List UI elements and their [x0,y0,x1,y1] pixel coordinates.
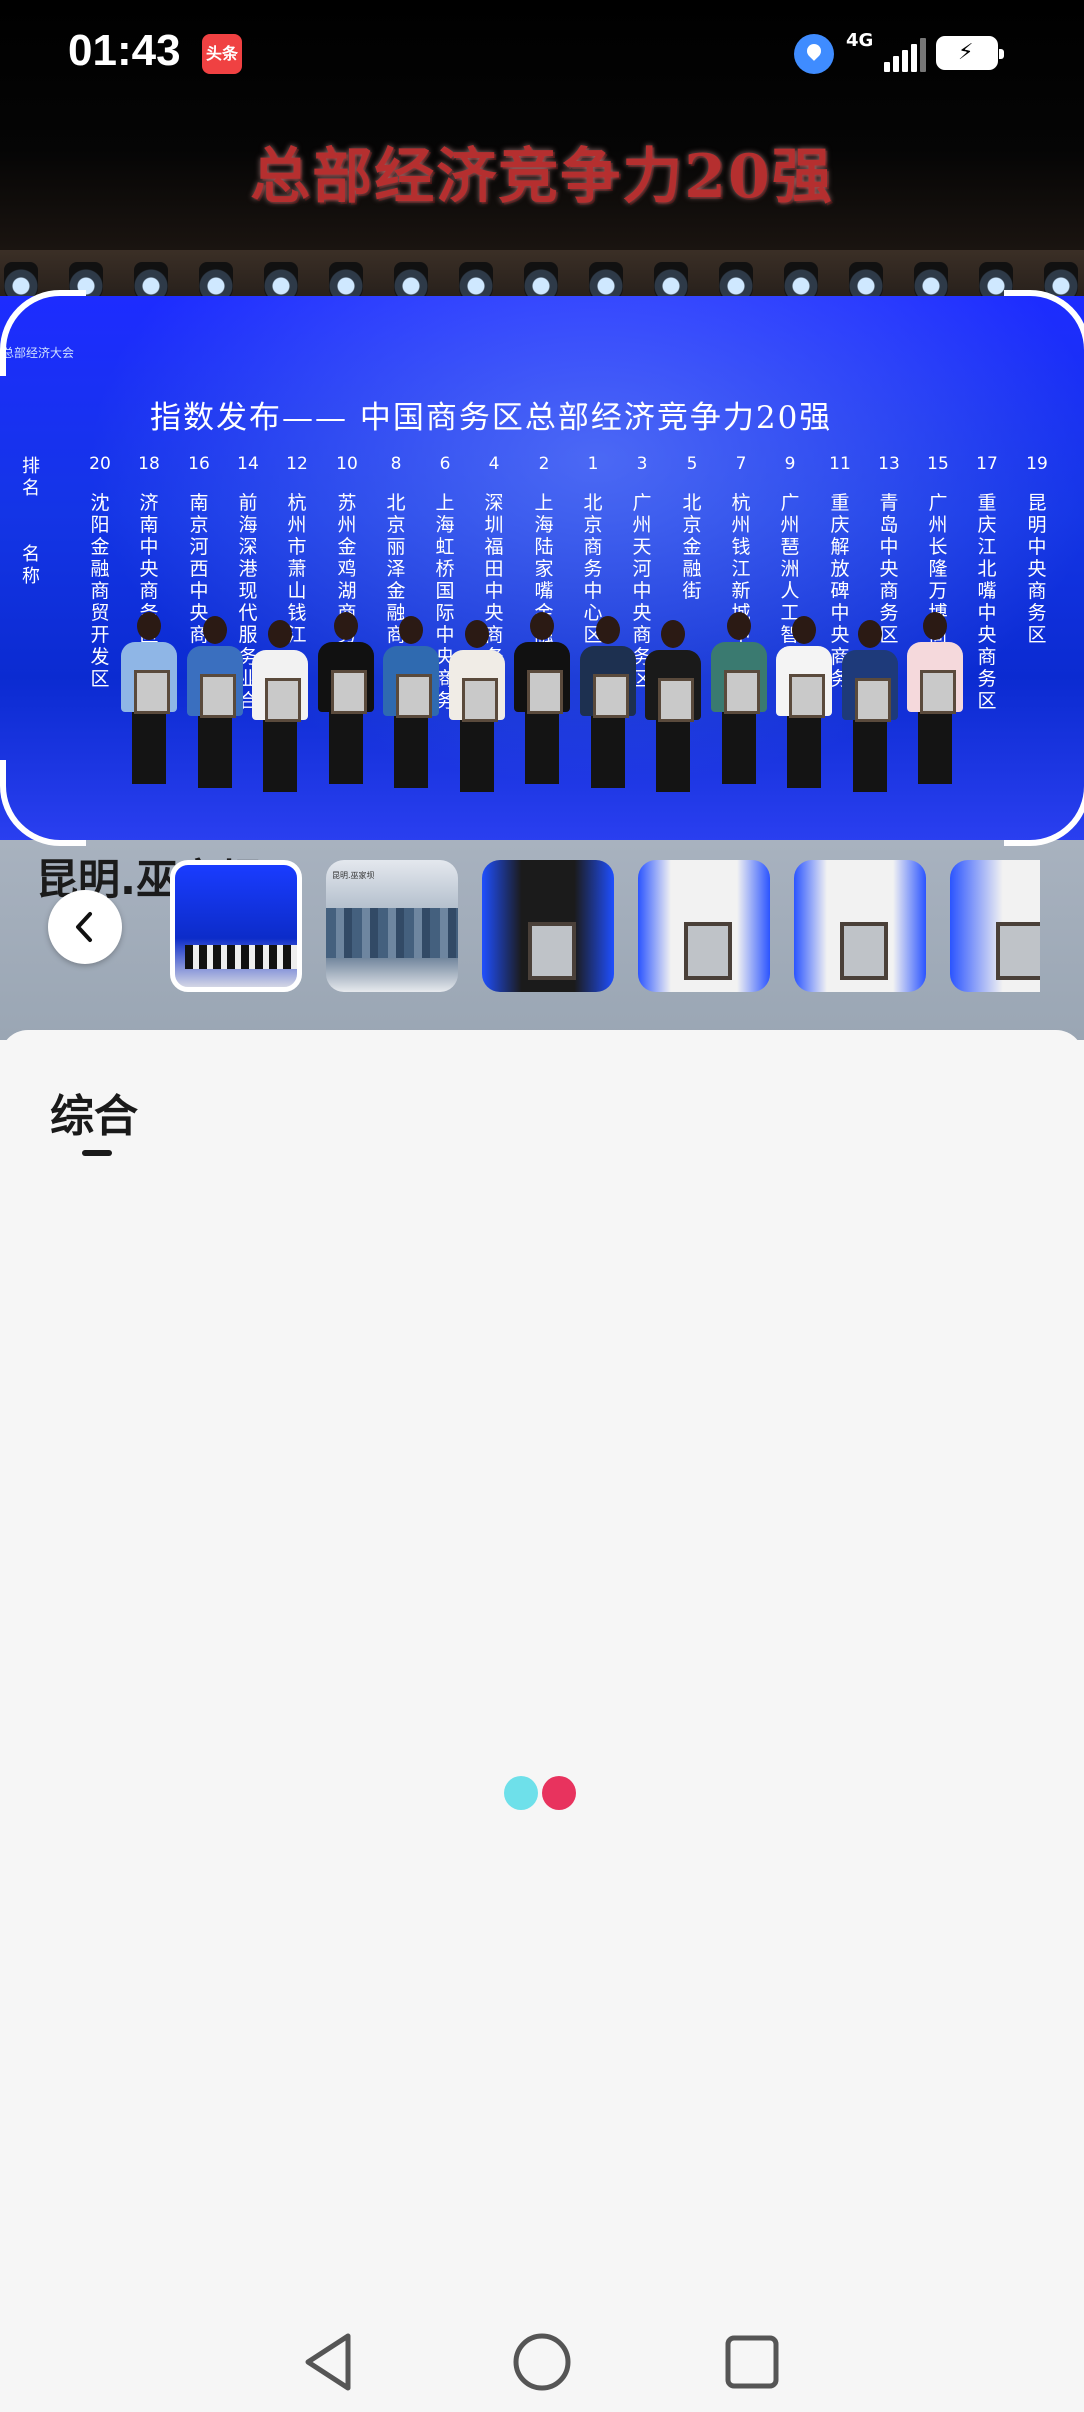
thumbnail-1[interactable] [170,860,302,992]
thumbnail-4[interactable] [638,860,770,992]
person [906,612,964,784]
rank-number: 6 [439,454,451,474]
loading-dot [542,1776,576,1810]
rank-number: 11 [829,454,851,474]
app-notification-badge: 头条 [202,34,242,74]
person [317,612,375,784]
ranking-column: 12 杭州市萧山钱江 [283,454,311,646]
district-name: 昆明中央商务区 [1027,492,1047,646]
certificate [331,670,367,714]
ranking-column: 13 青岛中央商务区 [875,454,903,646]
certificate [658,678,694,722]
person [710,612,768,784]
certificate [200,674,236,718]
certificate [527,670,563,714]
certificate [462,678,498,722]
thumbnail-skyline [326,908,458,958]
rank-number: 15 [927,454,949,474]
nav-recents-icon[interactable] [720,2330,784,2394]
thumbnail-certificate [996,922,1040,980]
thumbnail-strip[interactable]: 昆明.巫家坝 [170,860,1040,992]
thumbnail-certificate [684,922,732,980]
person [775,616,833,788]
person [382,616,440,788]
rank-number: 20 [89,454,111,474]
district-name: 北京金融街 [682,492,702,602]
thumbnail-6[interactable] [950,860,1040,992]
certificate [920,670,956,714]
rank-number: 8 [390,454,402,474]
back-button[interactable] [48,890,122,964]
tab-comprehensive[interactable]: 综合 [50,1080,138,1144]
person [579,616,637,788]
thumbnail-certificate [840,922,888,980]
results-sheet [0,1030,1084,2412]
certificate [724,670,760,714]
rank-number: 14 [237,454,259,474]
certificate [134,670,170,714]
rank-number: 12 [286,454,308,474]
ranking-column: 19 昆明中央商务区 [1023,454,1051,646]
loading-dot [504,1776,538,1810]
person [251,620,309,792]
name-label: 名称 [22,544,40,587]
person [644,620,702,792]
rank-number: 13 [878,454,900,474]
nav-back-icon[interactable] [298,2330,362,2394]
thumbnail-2[interactable]: 昆明.巫家坝 [326,860,458,992]
chevron-left-icon [76,912,92,942]
clock: 01:43 [68,26,181,75]
person [841,620,899,792]
person [448,620,506,792]
thumbnail-3[interactable] [482,860,614,992]
tab-indicator [82,1150,112,1156]
thumbnail-5[interactable] [794,860,926,992]
district-name: 重庆江北嘴中央商务区 [977,492,997,712]
signal-icon [884,36,926,72]
ranking-column: 5 北京金融街 [678,454,706,602]
rank-number: 10 [336,454,358,474]
rank-number: 7 [735,454,747,474]
rank-number: 3 [636,454,648,474]
rank-number: 4 [488,454,500,474]
rank-label: 排名 [22,456,40,499]
ranking-column: 17 重庆江北嘴中央商务区 [973,454,1001,712]
district-name: 沈阳金融商贸开发区 [90,492,110,690]
person [513,612,571,784]
system-nav-bar [0,2300,1084,2412]
rank-number: 1 [587,454,599,474]
rank-number: 18 [138,454,160,474]
person [120,612,178,784]
rank-number: 16 [188,454,210,474]
network-type: 4G [846,30,874,51]
rank-number: 5 [686,454,698,474]
person [186,616,244,788]
certificate [855,678,891,722]
certificate [265,678,301,722]
thumbnail-text: 昆明.巫家坝 [332,871,375,880]
status-bar: 01:43 头条 4G ⚡ [0,0,1084,100]
nav-home-icon[interactable] [510,2330,574,2394]
screen: 总部经济竞争力20强 总部经济大会 指数发布—— 中国商务区总部经济竞争力20强… [0,0,1084,2412]
rank-number: 9 [784,454,796,474]
rank-number: 2 [538,454,550,474]
location-icon [794,34,834,74]
certificate [593,674,629,718]
thumbnail-people [185,945,297,969]
photo-caption: 总部经济竞争力20强 [250,142,834,212]
battery-charging-icon: ⚡ [936,36,1004,70]
rank-number: 19 [1026,454,1048,474]
certificate [789,674,825,718]
board-title: 指数发布—— 中国商务区总部经济竞争力20强 [150,400,833,436]
loading-indicator [504,1776,584,1810]
certificate [396,674,432,718]
ranking-column: 20 沈阳金融商贸开发区 [86,454,114,690]
thumbnail-certificate [528,922,576,980]
rank-number: 17 [976,454,998,474]
